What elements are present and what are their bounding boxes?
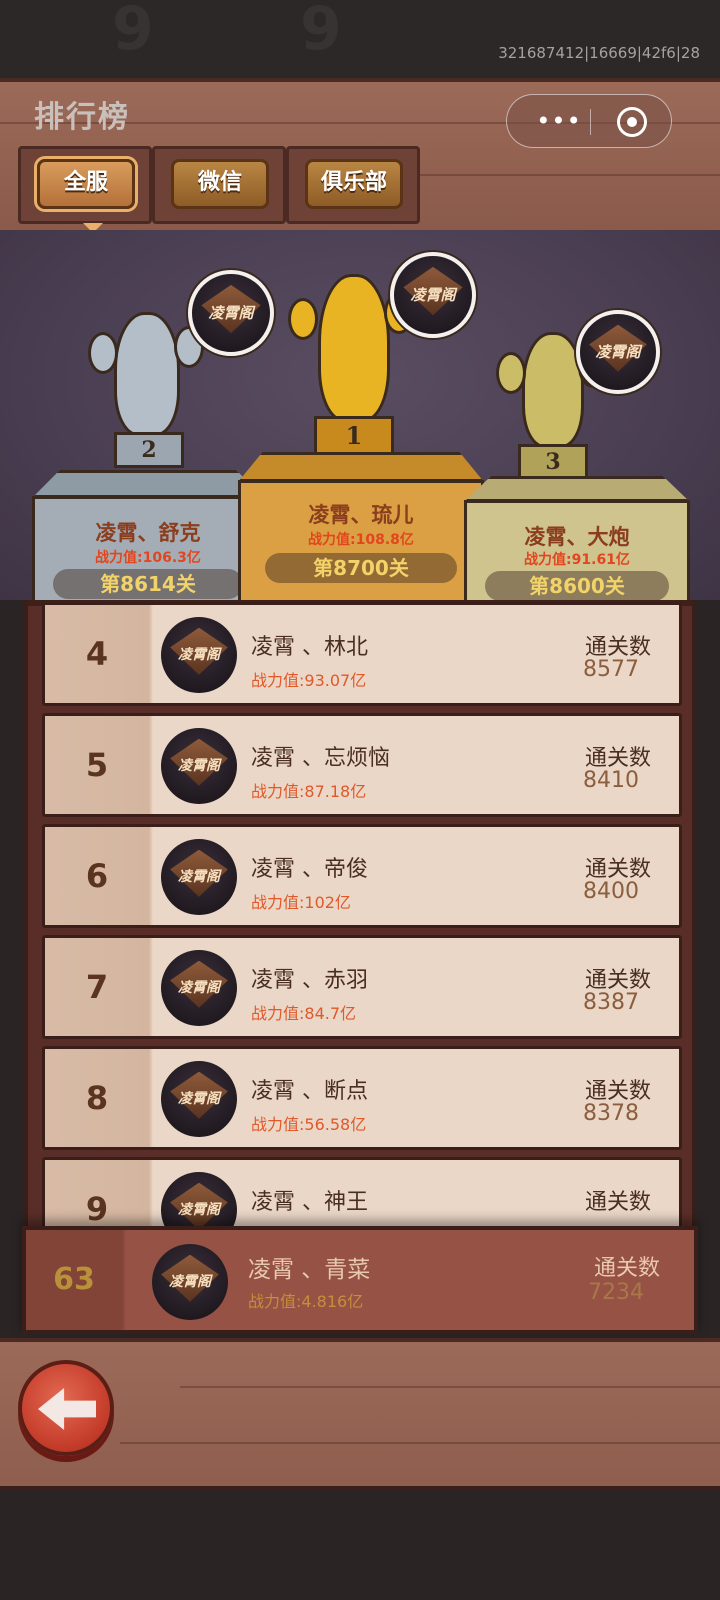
- player-name: 凌霄、舒克: [95, 521, 201, 545]
- clear-count-value: 8378: [583, 1101, 639, 1126]
- clear-count-label: 通关数: [584, 1190, 651, 1215]
- power-value: 战力值:91.61亿: [524, 552, 630, 568]
- avatar: 凌霄阁: [161, 728, 237, 804]
- rank-number: 5: [85, 746, 109, 784]
- power-value: 战力值:106.3亿: [95, 550, 201, 566]
- tab-bar: 全服 微信 俱乐部: [18, 146, 430, 233]
- power-value: 战力值:93.07亿: [251, 671, 367, 690]
- power-value: 战力值:102亿: [251, 893, 351, 912]
- my-power-value: 战力值:4.816亿: [248, 1292, 364, 1311]
- tab-club[interactable]: 俱乐部: [305, 159, 403, 209]
- footer: [0, 1338, 720, 1490]
- player-name: 凌霄 、神王: [251, 1190, 368, 1215]
- podium-rank-3: 3: [518, 444, 588, 480]
- my-rank-number: 63: [53, 1262, 95, 1297]
- podium-second[interactable]: 凌霄、舒克 战力值:106.3亿 第8614关: [32, 470, 264, 600]
- ranking-list[interactable]: 4 凌霄阁 凌霄 、林北 战力值:93.07亿 通关数 8577 5 凌霄阁 凌…: [24, 600, 696, 1248]
- podium-area: 2 凌霄阁 1 凌霄阁 3 凌霄阁 凌霄、舒克 战力值:106.3亿 第8614…: [0, 230, 720, 601]
- list-item[interactable]: 6 凌霄阁 凌霄 、帝俊 战力值:102亿 通关数 8400: [42, 824, 682, 928]
- player-name: 凌霄、大炮: [524, 525, 630, 549]
- avatar: 凌霄阁: [161, 1061, 237, 1137]
- more-menu-icon[interactable]: •••: [529, 109, 589, 133]
- list-item[interactable]: 7 凌霄阁 凌霄 、赤羽 战力值:84.7亿 通关数 8387: [42, 935, 682, 1039]
- background-digit: 9: [112, 0, 154, 64]
- podium-rank-1: 1: [314, 416, 394, 456]
- header: 排行榜 ••• 全服 微信 俱乐部: [0, 78, 720, 233]
- tab-global[interactable]: 全服: [37, 159, 135, 209]
- avatar: 凌霄阁: [161, 617, 237, 693]
- my-rank-row[interactable]: 63 凌霄阁 凌霄 、青菜 战力值:4.816亿 通关数 7234: [22, 1226, 698, 1334]
- power-value: 战力值:87.18亿: [251, 782, 367, 801]
- list-item[interactable]: 5 凌霄阁 凌霄 、忘烦恼 战力值:87.18亿 通关数 8410: [42, 713, 682, 817]
- podium-rank-2: 2: [114, 432, 184, 468]
- level-badge: 第8614关: [53, 569, 243, 599]
- player-name: 凌霄 、赤羽: [251, 968, 368, 993]
- player-name: 凌霄 、忘烦恼: [251, 746, 390, 771]
- power-value: 战力值:84.7亿: [251, 1004, 357, 1023]
- clear-count-value: 8410: [583, 768, 639, 793]
- player-name: 凌霄 、帝俊: [251, 857, 368, 882]
- player-name: 凌霄、琉儿: [308, 503, 414, 527]
- list-item[interactable]: 8 凌霄阁 凌霄 、断点 战力值:56.58亿 通关数 8378: [42, 1046, 682, 1150]
- podium-first[interactable]: 凌霄、琉儿 战力值:108.8亿 第8700关: [238, 452, 484, 600]
- back-button[interactable]: [18, 1360, 114, 1456]
- rank-number: 6: [85, 857, 109, 895]
- tab-wechat[interactable]: 微信: [171, 159, 269, 209]
- tab-slot: 俱乐部: [286, 146, 420, 224]
- top-strip: 9 9 321687412|16669|42f6|28: [0, 0, 720, 80]
- level-badge: 第8600关: [485, 571, 669, 601]
- bottom-strip: [0, 1494, 720, 1600]
- list-item[interactable]: 4 凌霄阁 凌霄 、林北 战力值:93.07亿 通关数 8577: [42, 602, 682, 706]
- clear-count-value: 8577: [583, 657, 639, 682]
- clear-count-value: 8400: [583, 879, 639, 904]
- tab-slot: 全服: [18, 146, 152, 233]
- rank-number: 7: [85, 968, 109, 1006]
- avatar[interactable]: 凌霄阁: [576, 310, 660, 394]
- tab-slot: 微信: [152, 146, 286, 224]
- level-badge: 第8700关: [265, 553, 457, 583]
- rank-number: 8: [85, 1079, 109, 1117]
- my-player-name: 凌霄 、青菜: [248, 1257, 371, 1283]
- close-miniprogram-icon[interactable]: [617, 107, 647, 137]
- player-name: 凌霄 、断点: [251, 1079, 368, 1104]
- build-id: 321687412|16669|42f6|28: [498, 44, 700, 62]
- my-clear-count-value: 7234: [588, 1280, 644, 1305]
- avatar[interactable]: 凌霄阁: [188, 270, 274, 356]
- avatar: 凌霄阁: [161, 839, 237, 915]
- back-arrow-icon: [38, 1388, 96, 1430]
- avatar: 凌霄阁: [161, 950, 237, 1026]
- page-title: 排行榜: [34, 100, 130, 135]
- avatar[interactable]: 凌霄阁: [390, 252, 476, 338]
- power-value: 战力值:108.8亿: [308, 532, 414, 548]
- clear-count-value: 8387: [583, 990, 639, 1015]
- my-clear-count-label: 通关数: [593, 1256, 660, 1281]
- background-digit: 9: [300, 0, 342, 64]
- player-name: 凌霄 、林北: [251, 635, 368, 660]
- rank-number: 4: [85, 635, 109, 673]
- podium-third[interactable]: 凌霄、大炮 战力值:91.61亿 第8600关: [464, 476, 690, 601]
- miniprogram-capsule: •••: [506, 94, 672, 148]
- power-value: 战力值:56.58亿: [251, 1115, 367, 1134]
- my-avatar: 凌霄阁: [152, 1244, 228, 1320]
- capsule-divider: [590, 109, 591, 135]
